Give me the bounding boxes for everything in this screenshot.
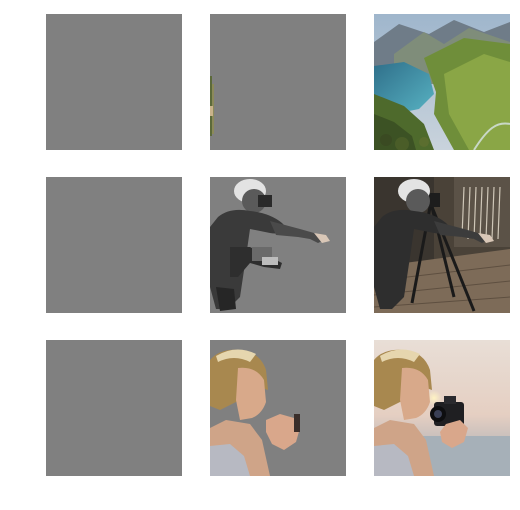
tile-r3-c3-woman-camera-photo (374, 340, 510, 476)
tile-r2-c3-photographer-photo (374, 177, 510, 313)
tile-r1-c3-fjord-photo (374, 14, 510, 150)
tile-r2-c1-placeholder (46, 177, 182, 313)
tile-r3-c1-placeholder (46, 340, 182, 476)
tile-r3-c2-woman-camera-cutout (210, 340, 346, 476)
partial-fjord-sliver-image (210, 14, 346, 150)
tile-r1-c1-placeholder (46, 14, 182, 150)
tile-r2-c2-photographer-cutout (210, 177, 346, 313)
woman-with-camera-image (374, 340, 510, 476)
tile-r1-c2-partial-fjord (210, 14, 346, 150)
woman-with-camera-cutout-image (210, 340, 346, 476)
fjord-landscape-image (374, 14, 510, 150)
photographer-with-tripod-image (374, 177, 510, 313)
photographer-cutout-image (210, 177, 346, 313)
